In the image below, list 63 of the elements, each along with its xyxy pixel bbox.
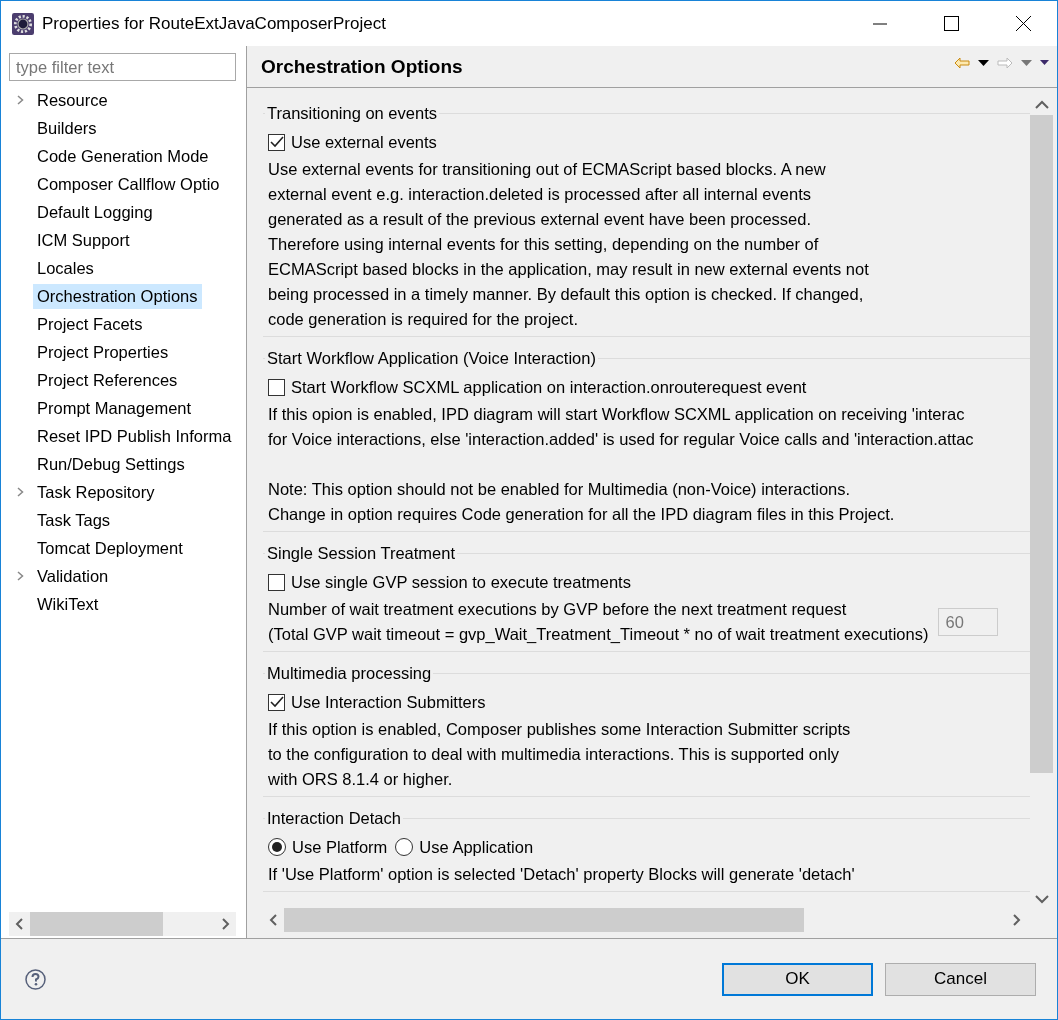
sidebar-item[interactable]: Default Logging	[33, 199, 157, 225]
sidebar-item[interactable]: ICM Support	[33, 227, 134, 253]
number-field[interactable]: 60	[938, 608, 999, 636]
checkbox[interactable]	[268, 378, 285, 396]
checkbox-option[interactable]: Start Workflow SCXML application on interaction.onrouterequest event	[268, 377, 807, 397]
description-text: Use external events for transitioning out of ECMAScript based blocks. A new external event e.g. interaction.deleted is processed after all internal events generated as a result of the previous external event have been processed. Therefore using internal events for this setting, depending on the number of ECMAScript based blocks in the application, may result in new external events not being processed in a timely manner. By default this option is checked. If changed, code generation is required for the project.	[268, 159, 869, 330]
sidebar-item[interactable]: Locales	[33, 255, 98, 281]
sidebar-item[interactable]: Code Generation Mode	[33, 143, 213, 169]
dropdown-icon[interactable]	[978, 59, 989, 66]
menu-icon[interactable]	[1040, 60, 1049, 65]
sidebar-item[interactable]: Resource	[33, 87, 112, 113]
scroll-left-icon[interactable]	[15, 918, 24, 930]
checkbox-option[interactable]: Use single GVP session to execute treatments	[268, 572, 631, 592]
radio-button[interactable]	[395, 838, 414, 856]
scrollbar-thumb[interactable]	[30, 912, 164, 936]
checkbox-option[interactable]: Use Interaction Submitters	[268, 692, 486, 712]
dialog-button[interactable]: Cancel	[885, 962, 1036, 996]
sidebar-item[interactable]: Reset IPD Publish Informa	[33, 423, 236, 449]
sidebar-item[interactable]: Composer Callflow Optio	[33, 171, 224, 197]
sidebar-item[interactable]: Builders	[33, 115, 101, 141]
scroll-right-icon[interactable]	[221, 918, 230, 930]
dialog-button[interactable]: OK	[722, 962, 873, 996]
sidebar-item[interactable]: Orchestration Options	[33, 283, 202, 309]
window-title: Properties for RouteExtJavaComposerProject	[42, 13, 387, 34]
scroll-left-icon[interactable]	[269, 914, 278, 926]
group-title: Multimedia processing	[266, 664, 433, 683]
sidebar-item[interactable]: Project References	[33, 367, 182, 393]
checkbox[interactable]	[268, 573, 285, 591]
scrollbar-thumb[interactable]	[284, 908, 804, 932]
sidebar-item[interactable]: WikiText	[33, 591, 103, 617]
radio-option[interactable]: Use Platform	[268, 837, 388, 857]
page-title: Orchestration Options	[261, 55, 464, 78]
description-text: If this opion is enabled, IPD diagram will start Workflow SCXML application on receiving 'interac for Voice interactions, else 'interaction.added' is used for regular Voice calls and 'interaction.attac Note: This option should not be enabled for Multimedia (non-Voice) interactions. Change in option requires Code generation for all the IPD diagram files in this Project.	[268, 404, 974, 525]
help-icon[interactable]	[25, 968, 46, 990]
description-text: If this option is enabled, Composer publishes some Interaction Submitter scripts to the configuration to deal with multimedia interactions. This is supported only with ORS 8.1.4 or higher.	[268, 719, 851, 790]
checkbox-option[interactable]: Use external events	[268, 132, 437, 152]
maximize-icon[interactable]	[944, 16, 959, 31]
sidebar-item[interactable]: Task Repository	[33, 479, 159, 505]
group-title: Start Workflow Application (Voice Interaction)	[266, 349, 597, 368]
radio-option[interactable]: Use Application	[395, 837, 534, 857]
group-title: Interaction Detach	[266, 809, 402, 828]
sidebar-item[interactable]: Tomcat Deployment	[33, 535, 187, 561]
sidebar-item[interactable]: Task Tags	[33, 507, 115, 533]
scroll-up-icon[interactable]	[1034, 100, 1049, 109]
scroll-right-icon[interactable]	[1012, 914, 1021, 926]
sidebar-item[interactable]: Prompt Management	[33, 395, 196, 421]
description-text: If 'Use Platform' option is selected 'Detach' property Blocks will generate 'detach'	[268, 864, 855, 885]
sidebar-item[interactable]: Validation	[33, 563, 113, 589]
filter-field[interactable]: type filter text	[9, 53, 236, 81]
checkbox[interactable]	[268, 133, 285, 151]
gear-icon	[12, 12, 34, 35]
group-title: Single Session Treatment	[266, 544, 457, 563]
close-icon[interactable]	[1016, 16, 1031, 31]
sidebar-item[interactable]: Project Facets	[33, 311, 147, 337]
description-text: Number of wait treatment executions by GVP before the next treatment request (Total GVP wait timeout = gvp_Wait_Treatment_Timeout * no of wait treatment executions)	[268, 599, 929, 645]
radio-button[interactable]	[268, 838, 286, 856]
scrollbar-thumb[interactable]	[1030, 115, 1053, 773]
sidebar-item[interactable]: Project Properties	[33, 339, 173, 365]
group-title: Transitioning on events	[266, 104, 438, 123]
sidebar-item[interactable]: Run/Debug Settings	[33, 451, 189, 477]
scroll-down-icon[interactable]	[1034, 895, 1049, 904]
checkbox[interactable]	[268, 693, 285, 711]
back-arrow-icon[interactable]	[954, 56, 970, 69]
